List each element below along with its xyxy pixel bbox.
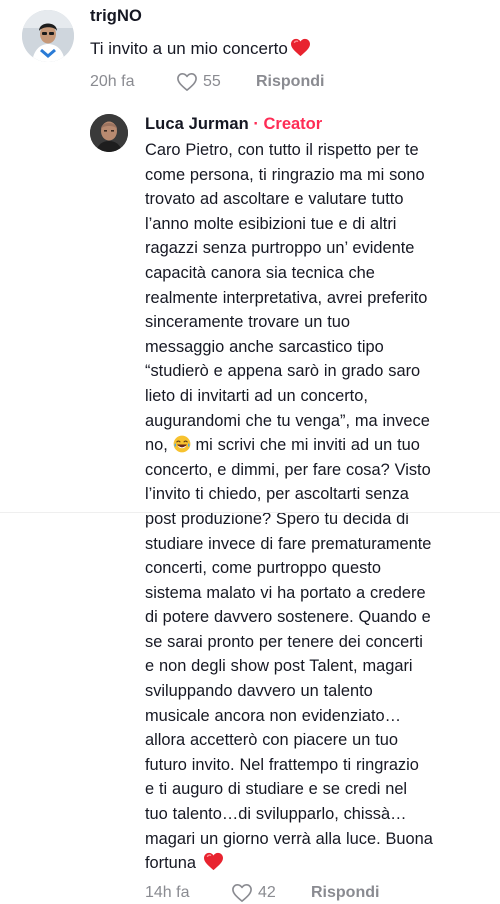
creator-badge: Creator [263,115,323,133]
reply-text-line: “studierò e appena sarò in grado saro [145,362,421,381]
reply-text-line: di potere davvero sostenere. Quando e [145,608,431,627]
reply-text-line: Caro Pietro, con tutto il rispetto per t… [145,141,419,159]
reply-text-line: allora accetterò con piacere un tuo [145,731,398,750]
creator-separator: · [248,115,264,133]
reply-text-fragment: mi scrivi che mi inviti ad un tuo [195,436,420,455]
reply-text-line: capacità canora sia tecnica che [145,263,375,282]
like-button[interactable]: 42 [231,883,311,903]
reply-text-line: se sarai pronto per tenere dei concerti [145,632,423,651]
divider [0,512,500,513]
reply-text-fragment: no, [145,436,168,455]
reply-text-line: lieto di invitarti ad un concerto, [145,386,368,405]
reply-text-line: sistema malato vi ha portato a credere [145,583,426,602]
reply-text-line: concerti, come purtroppo questo [145,559,381,578]
reply-text-line: augurandomi che tu venga”, ma invece [145,411,430,430]
avatar[interactable] [22,10,74,62]
heart-outline-icon[interactable] [176,72,198,92]
reply-text-line: magari un giorno verrà alla luce. Buona [145,829,433,848]
reply-meta: 14h fa 42 Rispondi [145,882,480,904]
heart-outline-icon[interactable] [231,883,253,903]
reply-text: Caro Pietro, con tutto il rispetto per t… [145,138,480,876]
reply-text-line: sinceramente trovare un tuo [145,313,350,332]
reply-text-line: sviluppando davvero un talento [145,682,373,701]
reply-text-line: futuro invito. Nel frattempo ti ringrazi… [145,755,419,774]
reply-text-line: e non degli show post Talent, magari [145,657,413,676]
reply-text-line: l’invito ti chiedo, per ascoltarti senza [145,485,409,504]
heart-emoji-icon [290,38,310,57]
reply-username[interactable]: Luca Jurman [145,115,249,133]
reply-text-line: realmente interpretativa, avrei preferit… [145,288,428,307]
reply-text-line: no, mi scrivi che mi inviti ad un tuo [145,433,480,458]
reply-text-line: fortuna [145,851,480,876]
like-button[interactable]: 55 [176,72,256,92]
heart-emoji-icon [203,853,223,871]
avatar[interactable] [90,114,128,152]
reply-body: Luca Jurman · Creator Caro Pietro, con t… [145,112,480,904]
reply-text-line: post produzione? Spero tu decida di [145,509,409,528]
comment-meta: 20h fa 55 Rispondi [90,71,490,93]
reply-text-line: e ti auguro di studiare e se credi nel [145,780,408,799]
reply-text-line: studiare invece di fare prematuramente [145,534,432,553]
reply-text-fragment: fortuna [145,854,197,873]
reply-text-line: trovato ad ascoltare e valutare tutto [145,190,404,209]
reply-text-line: messaggio anche sarcastico tipo [145,337,384,356]
reply-header: Luca Jurman · Creator [145,112,480,136]
laughing-emoji-icon [173,435,191,453]
comment-body: trigNO Ti invito a un mio concerto 20h f… [90,6,490,93]
reply-button[interactable]: Rispondi [256,73,324,91]
reply-text-line: concerto, e dimmi, per fare cosa? Visto [145,460,431,479]
like-count: 55 [203,73,221,90]
comment-text: Ti invito a un mio concerto [90,38,490,60]
reply-text-line: l’anno molte esibizioni tue e di altri [145,214,397,233]
reply-text-line: musicale ancora non evidenziato… [145,706,402,725]
comment-text-content: Ti invito a un mio concerto [90,39,288,58]
comment-username[interactable]: trigNO [90,6,490,26]
comment-time: 20h fa [90,73,135,90]
reply-text-line: come persona, ti ringrazio ma mi sono [145,165,425,184]
reply-text-line: ragazzi senza purtroppo un’ evidente [145,239,415,258]
reply-text-line: tuo talento…di svilupparlo, chissà… [145,805,407,824]
